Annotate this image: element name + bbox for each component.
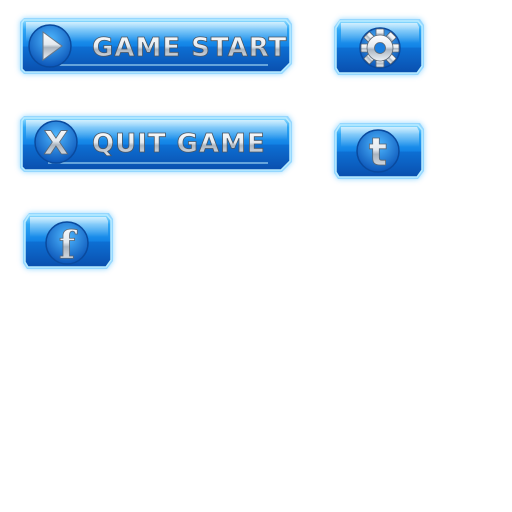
quit-game-label: QUIT GAME bbox=[92, 129, 266, 159]
x-icon: X bbox=[34, 120, 78, 164]
facebook-button[interactable]: f bbox=[21, 211, 115, 273]
play-icon bbox=[28, 24, 72, 68]
gear-icon bbox=[359, 27, 401, 69]
facebook-glyph: f bbox=[59, 222, 78, 267]
game-start-button[interactable]: GAME START bbox=[18, 16, 294, 78]
twitter-glyph: t bbox=[369, 130, 387, 174]
button-sprite-sheet: GAME START X QUIT GAME t f bbox=[0, 0, 512, 512]
game-start-label: GAME START bbox=[92, 33, 287, 63]
x-glyph: X bbox=[44, 124, 69, 162]
settings-button[interactable] bbox=[332, 17, 426, 79]
twitter-button[interactable]: t bbox=[332, 121, 426, 183]
quit-game-button[interactable]: X QUIT GAME bbox=[18, 114, 294, 176]
